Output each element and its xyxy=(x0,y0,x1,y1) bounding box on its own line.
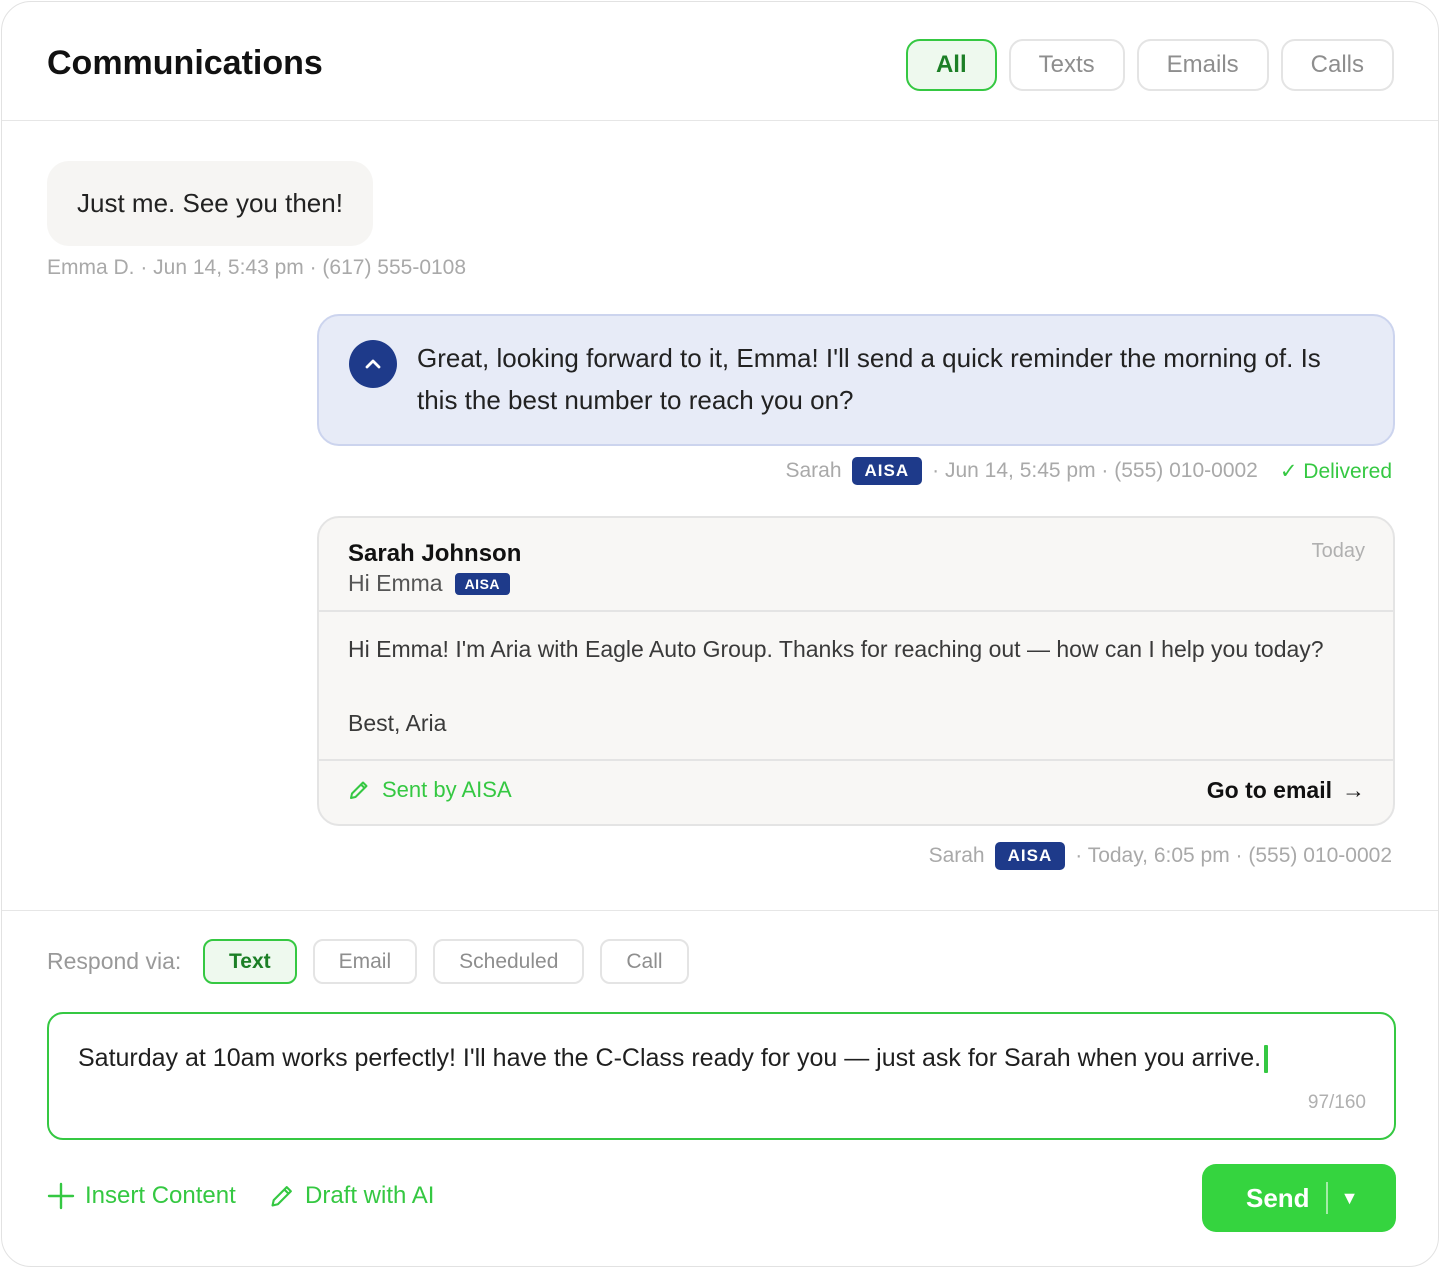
incoming-message-meta: Emma D. · Jun 14, 5:43 pm · (617) 555-01… xyxy=(47,256,467,279)
email-body-line: Hi Emma! I'm Aria with Eagle Auto Group.… xyxy=(348,636,1324,662)
channel-tab-text[interactable]: Text xyxy=(203,939,297,984)
aisa-badge: AISA xyxy=(851,457,923,485)
send-label: Send xyxy=(1246,1182,1310,1213)
respond-channel-tabs: Text Email Scheduled Call xyxy=(203,939,689,984)
message-composer-input[interactable]: Saturday at 10am works perfectly! I'll h… xyxy=(47,1012,1396,1140)
send-divider xyxy=(1325,1182,1328,1214)
go-to-email-label: Go to email xyxy=(1206,777,1332,803)
sent-by-label: Sent by AISA xyxy=(348,777,512,803)
filter-tab-calls[interactable]: Calls xyxy=(1280,39,1394,91)
email-meta: Sarah AISA · Today, 6:05 pm · (555) 010-… xyxy=(929,842,1392,870)
draft-with-ai-label: Draft with AI xyxy=(305,1182,435,1209)
email-body: Hi Emma! I'm Aria with Eagle Auto Group.… xyxy=(348,636,1378,737)
go-to-email-link[interactable]: Go to email → xyxy=(1207,777,1365,804)
plus-icon xyxy=(47,1182,75,1210)
page-title: Communications xyxy=(47,44,323,82)
outgoing-message-text: Great, looking forward to it, Emma! I'll… xyxy=(417,343,1321,415)
sender-name: Sarah xyxy=(785,459,842,482)
email-subject: Hi Emma xyxy=(348,570,443,596)
email-subject-row: Hi Emma AISA xyxy=(348,570,511,597)
insert-content-label: Insert Content xyxy=(85,1182,236,1209)
channel-tab-call[interactable]: Call xyxy=(600,939,689,984)
delivered-status: ✓ Delivered xyxy=(1279,459,1392,483)
sender-name: Sarah xyxy=(928,844,985,867)
composer-divider xyxy=(2,910,1438,911)
composer-text[interactable]: Saturday at 10am works perfectly! I'll h… xyxy=(78,1044,1269,1073)
pencil-icon xyxy=(271,1186,292,1207)
email-footer: Sent by AISA Go to email → xyxy=(319,759,1393,824)
email-timestamp: · Today, 6:05 pm · (555) 010-0002 xyxy=(1075,844,1392,867)
email-sender: Sarah Johnson xyxy=(348,540,522,567)
email-card: Sarah Johnson Hi Emma AISA Today Hi Emma… xyxy=(317,516,1395,826)
chevron-up-icon xyxy=(365,359,381,369)
email-date: Today xyxy=(1311,540,1365,562)
sent-by-text: Sent by AISA xyxy=(382,777,512,802)
outgoing-message-meta: Sarah AISA · Jun 14, 5:45 pm · (555) 010… xyxy=(785,457,1392,485)
outgoing-message-bubble: Great, looking forward to it, Emma! I'll… xyxy=(317,314,1395,446)
message-timestamp: · Jun 14, 5:45 pm · (555) 010-0002 xyxy=(932,459,1258,482)
send-button[interactable]: Send ▼ xyxy=(1202,1164,1396,1232)
channel-tab-scheduled[interactable]: Scheduled xyxy=(433,939,585,984)
filter-tab-emails[interactable]: Emails xyxy=(1136,39,1269,91)
aisa-badge: AISA xyxy=(994,842,1066,870)
draft-with-ai-button[interactable]: Draft with AI xyxy=(269,1182,434,1210)
collapse-toggle[interactable] xyxy=(349,340,397,388)
channel-tab-email[interactable]: Email xyxy=(312,939,418,984)
panel-header: Communications All Texts Emails Calls xyxy=(2,2,1438,121)
character-count: 97/160 xyxy=(1307,1092,1366,1113)
email-signature: Best, Aria xyxy=(348,710,447,736)
text-cursor xyxy=(1264,1044,1269,1073)
incoming-message-text: Just me. See you then! xyxy=(77,188,343,218)
pencil-icon xyxy=(350,781,368,799)
communications-panel: Communications All Texts Emails Calls Ju… xyxy=(1,1,1439,1267)
arrow-right-icon: → xyxy=(1342,777,1365,803)
chevron-down-icon[interactable]: ▼ xyxy=(1341,1188,1359,1209)
insert-content-button[interactable]: Insert Content xyxy=(47,1182,236,1210)
incoming-message-bubble: Just me. See you then! xyxy=(47,161,373,246)
draft-text: Saturday at 10am works perfectly! I'll h… xyxy=(78,1044,1262,1072)
email-header: Sarah Johnson Hi Emma AISA Today xyxy=(319,518,1393,612)
respond-via-label: Respond via: xyxy=(47,948,182,974)
filter-tab-texts[interactable]: Texts xyxy=(1008,39,1125,91)
filter-tab-all[interactable]: All xyxy=(905,39,997,91)
aisa-badge: AISA xyxy=(454,572,511,595)
filter-tabs: All Texts Emails Calls xyxy=(905,39,1394,91)
